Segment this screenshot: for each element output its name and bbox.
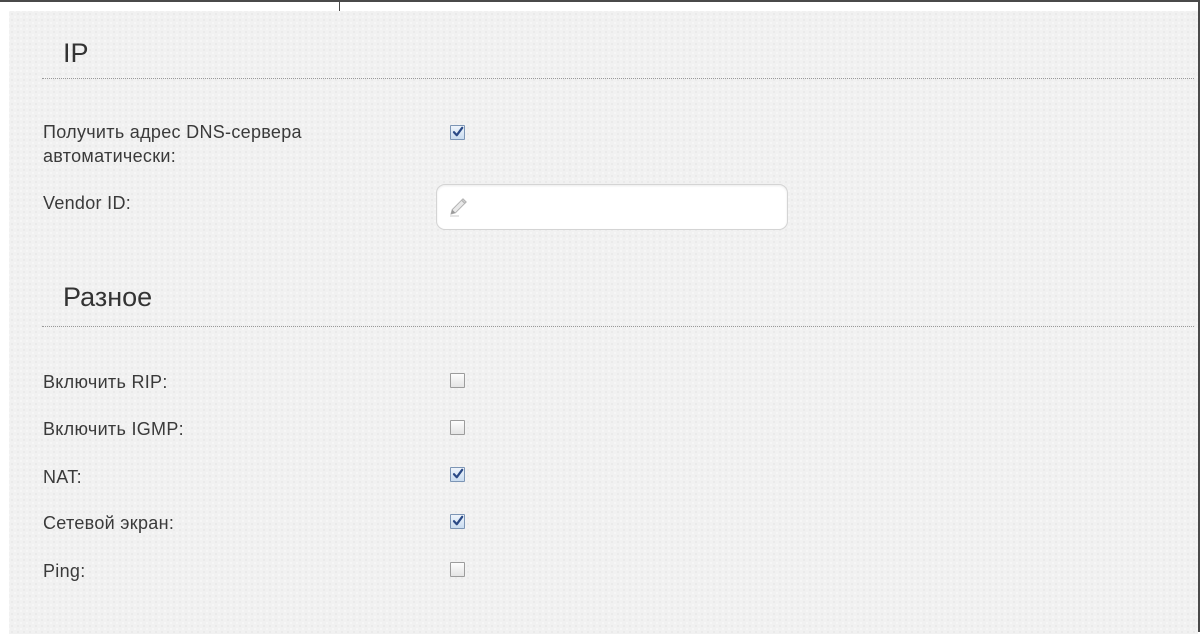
frame-divider-tick [339,2,340,11]
ping-checkbox[interactable] [450,562,465,577]
ping-label: Ping: [43,561,86,581]
firewall-label: Сетевой экран: [43,513,175,533]
nat-checkbox[interactable] [450,467,465,482]
firewall-checkbox[interactable] [450,514,465,529]
vendor-id-input[interactable] [471,185,775,231]
auto-dns-label-line1: Получить адрес DNS-сервера [43,122,302,142]
checkmark-icon [452,126,464,137]
pencil-icon [450,198,467,217]
window-frame: IP Получить адрес DNS-сервера автоматиче… [0,0,1200,634]
section-divider-ip [42,78,1194,79]
igmp-checkbox[interactable] [450,420,465,435]
section-title-ip: IP [63,38,89,68]
section-title-misc: Разное [63,282,153,312]
checkmark-icon [452,468,464,479]
checkmark-icon [452,515,464,526]
igmp-label: Включить IGMP: [43,419,184,439]
auto-dns-checkbox[interactable] [450,125,465,140]
rip-label: Включить RIP: [43,372,168,392]
settings-panel: IP Получить адрес DNS-сервера автоматиче… [9,11,1198,634]
vendor-id-field[interactable] [436,184,788,231]
section-divider-misc [42,326,1194,327]
auto-dns-label: Получить адрес DNS-сервера автоматически… [43,120,302,168]
auto-dns-label-line2: автоматически: [43,146,177,166]
rip-checkbox[interactable] [450,373,465,388]
vendor-id-label: Vendor ID: [43,193,132,213]
nat-label: NAT: [43,467,82,487]
